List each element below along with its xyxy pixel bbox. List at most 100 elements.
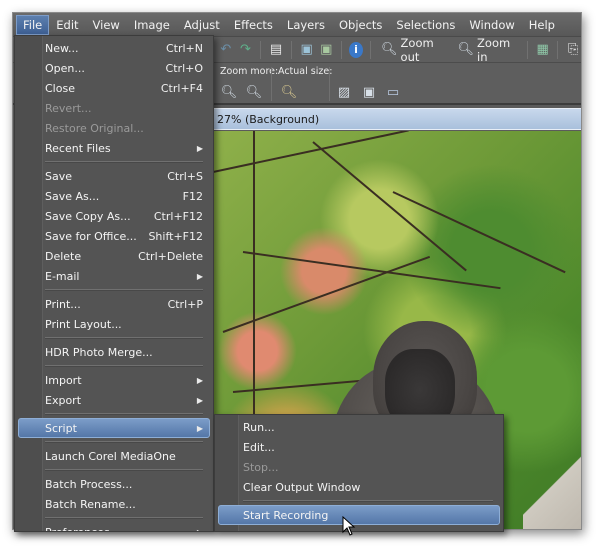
toolbar-separator bbox=[341, 40, 343, 59]
menu-item-open[interactable]: Open... Ctrl+O bbox=[15, 58, 213, 78]
mouse-cursor-icon bbox=[342, 516, 356, 536]
full-screen-icon[interactable]: ▭ bbox=[384, 83, 402, 101]
menu-item-run[interactable]: Run... bbox=[215, 417, 503, 437]
menu-item-label: Delete bbox=[45, 249, 82, 263]
fit-image-icon[interactable]: ▣ bbox=[360, 83, 378, 101]
toolbar-separator bbox=[290, 40, 292, 59]
menu-item-delete[interactable]: Delete Ctrl+Delete bbox=[15, 246, 213, 266]
menu-file[interactable]: File bbox=[16, 14, 50, 35]
menu-separator bbox=[15, 514, 213, 522]
menu-item-save-for-office[interactable]: Save for Office... Shift+F12 bbox=[15, 226, 213, 246]
undo-icon[interactable]: ↶ bbox=[218, 41, 234, 59]
menu-item-label: Save Copy As... bbox=[45, 209, 131, 223]
menu-effects[interactable]: Effects bbox=[227, 15, 280, 35]
menu-item-revert: Revert... bbox=[15, 98, 213, 118]
menu-item-export[interactable]: Export ▶ bbox=[15, 390, 213, 410]
zoom-out-label: Zoom out bbox=[400, 35, 434, 64]
rock bbox=[523, 451, 581, 529]
document-title-bar[interactable]: 27% (Background) bbox=[213, 108, 581, 130]
menu-item-preferences[interactable]: Preferences ▶ bbox=[15, 522, 213, 532]
menu-adjust[interactable]: Adjust bbox=[177, 15, 227, 35]
shortcut: Ctrl+F4 bbox=[160, 81, 203, 95]
menu-item-label: New... bbox=[45, 41, 79, 55]
menu-item-import[interactable]: Import ▶ bbox=[15, 370, 213, 390]
shortcut: Ctrl+N bbox=[165, 41, 203, 55]
branch bbox=[213, 131, 409, 173]
photo-export-icon[interactable]: ▣ bbox=[319, 41, 335, 59]
shortcut: F12 bbox=[182, 189, 203, 203]
menu-item-label: Preferences bbox=[45, 525, 110, 532]
submenu-arrow-icon: ▶ bbox=[196, 271, 203, 281]
menu-item-label: Batch Rename... bbox=[45, 497, 136, 511]
menu-separator bbox=[15, 334, 213, 342]
zoom-more-label: Zoom more: bbox=[220, 66, 279, 77]
menu-item-label: Clear Output Window bbox=[243, 480, 361, 494]
menu-item-close[interactable]: Close Ctrl+F4 bbox=[15, 78, 213, 98]
submenu-arrow-icon: ▶ bbox=[196, 423, 203, 433]
menu-image[interactable]: Image bbox=[127, 15, 177, 35]
menu-item-label: Revert... bbox=[45, 101, 92, 115]
menu-item-label: Start Recording bbox=[243, 508, 329, 522]
menu-item-label: Script bbox=[45, 421, 77, 435]
menu-item-label: Export bbox=[45, 393, 82, 407]
menu-item-label: Save for Office... bbox=[45, 229, 137, 243]
menu-item-save-as[interactable]: Save As... F12 bbox=[15, 186, 213, 206]
toolbar-separator bbox=[557, 40, 559, 59]
menu-item-label: Open... bbox=[45, 61, 85, 75]
menu-view[interactable]: View bbox=[86, 15, 127, 35]
zoom-more-out-icon[interactable]: 🔍︎ bbox=[220, 83, 238, 101]
menu-item-label: Edit... bbox=[243, 440, 275, 454]
file-menu: New... Ctrl+N Open... Ctrl+O Close Ctrl+F4 … bbox=[14, 35, 214, 532]
menu-window[interactable]: Window bbox=[462, 15, 521, 35]
shortcut: Ctrl+Delete bbox=[138, 249, 203, 263]
actual-size-icon[interactable]: 🔍︎ bbox=[280, 83, 298, 101]
shortcut: Ctrl+O bbox=[165, 61, 203, 75]
menu-objects[interactable]: Objects bbox=[332, 15, 389, 35]
zoom-in-label: Zoom in bbox=[477, 35, 511, 64]
redo-icon[interactable]: ↷ bbox=[238, 41, 254, 59]
menu-separator bbox=[15, 410, 213, 418]
menu-item-label: Restore Original... bbox=[45, 121, 144, 135]
menu-item-new[interactable]: New... Ctrl+N bbox=[15, 38, 213, 58]
menu-item-clear-output-window[interactable]: Clear Output Window bbox=[215, 477, 503, 497]
zoom-more-in-icon[interactable]: 🔍︎ bbox=[245, 83, 263, 101]
menu-item-edit[interactable]: Edit... bbox=[215, 437, 503, 457]
menu-item-recent-files[interactable]: Recent Files ▶ bbox=[15, 138, 213, 158]
info-icon[interactable]: i bbox=[349, 41, 364, 58]
menu-item-print[interactable]: Print... Ctrl+P bbox=[15, 294, 213, 314]
menu-item-script[interactable]: Script ▶ bbox=[18, 418, 210, 438]
menu-item-label: Launch Corel MediaOne bbox=[45, 449, 176, 463]
menu-item-label: Save bbox=[45, 169, 73, 183]
shortcut: Ctrl+P bbox=[167, 297, 203, 311]
menu-item-label: HDR Photo Merge... bbox=[45, 345, 153, 359]
share-icon[interactable]: ▦ bbox=[535, 41, 551, 59]
menu-item-start-recording[interactable]: Start Recording bbox=[218, 505, 500, 525]
photo-import-icon[interactable]: ▣ bbox=[299, 41, 315, 59]
menu-item-batch-rename[interactable]: Batch Rename... bbox=[15, 494, 213, 514]
menu-item-label: Save As... bbox=[45, 189, 100, 203]
zoom-out-button[interactable]: 🔍︎ Zoom out bbox=[378, 36, 451, 64]
properties-icon[interactable]: ▤ bbox=[268, 41, 284, 59]
fit-window-icon[interactable]: ▨ bbox=[335, 83, 353, 101]
menu-item-label: Run... bbox=[243, 420, 275, 434]
menu-help[interactable]: Help bbox=[522, 15, 562, 35]
menu-separator bbox=[215, 497, 503, 505]
menu-separator bbox=[15, 158, 213, 166]
zoom-in-button[interactable]: 🔍︎ Zoom in bbox=[455, 36, 520, 64]
menu-item-email[interactable]: E-mail ▶ bbox=[15, 266, 213, 286]
menu-item-label: Print Layout... bbox=[45, 317, 122, 331]
menu-separator bbox=[15, 286, 213, 294]
menu-layers[interactable]: Layers bbox=[280, 15, 332, 35]
branch bbox=[312, 141, 467, 272]
menu-item-save-copy-as[interactable]: Save Copy As... Ctrl+F12 bbox=[15, 206, 213, 226]
menu-selections[interactable]: Selections bbox=[389, 15, 462, 35]
submenu-arrow-icon: ▶ bbox=[196, 527, 203, 532]
menu-item-print-layout[interactable]: Print Layout... bbox=[15, 314, 213, 334]
menu-item-launch-corel-mediaone[interactable]: Launch Corel MediaOne bbox=[15, 446, 213, 466]
menu-edit[interactable]: Edit bbox=[49, 15, 85, 35]
menu-item-label: E-mail bbox=[45, 269, 80, 283]
menu-item-batch-process[interactable]: Batch Process... bbox=[15, 474, 213, 494]
menu-item-save[interactable]: Save Ctrl+S bbox=[15, 166, 213, 186]
menu-item-hdr-photo-merge[interactable]: HDR Photo Merge... bbox=[15, 342, 213, 362]
paste-icon[interactable]: ⎘ bbox=[565, 41, 581, 59]
